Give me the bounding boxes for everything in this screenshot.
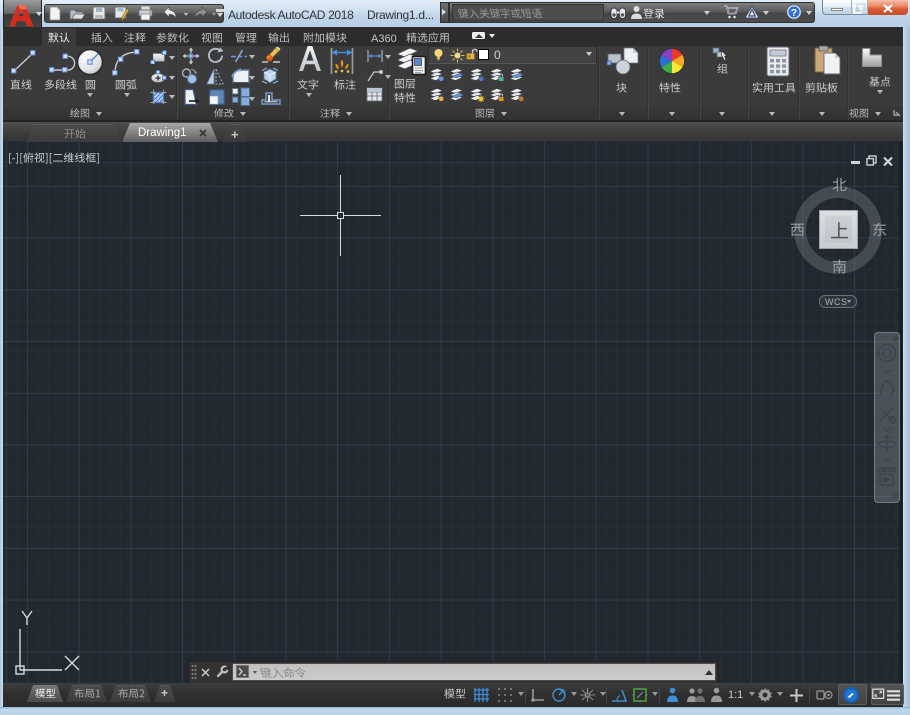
svg-text:?: ? bbox=[791, 7, 797, 19]
